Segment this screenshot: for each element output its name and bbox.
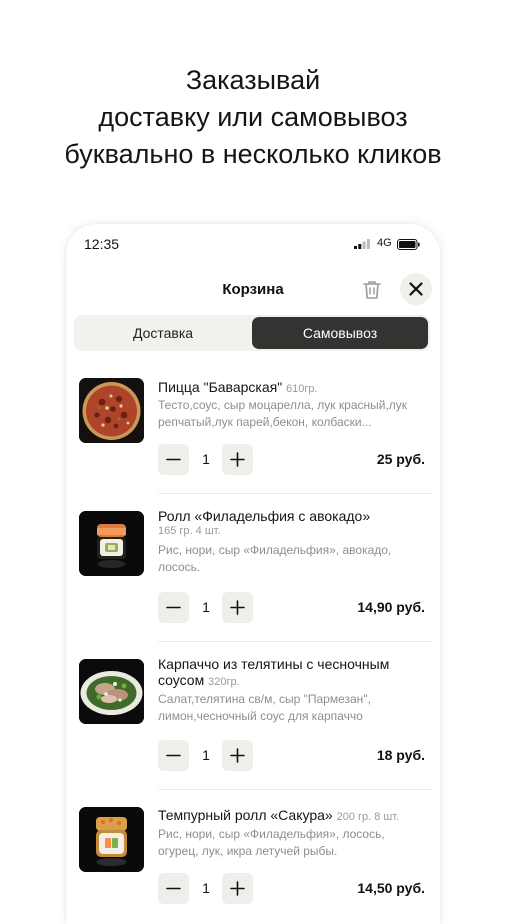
item-title: Карпаччо из телятины с чесночным: [158, 656, 390, 672]
close-button[interactable]: [400, 273, 432, 305]
divider: [158, 641, 432, 642]
cart-item: Темпурный ролл «Сакура» 200 гр. 8 шт. Ри…: [66, 807, 440, 924]
trash-icon: [363, 281, 381, 299]
minus-icon: [166, 754, 181, 757]
increase-quantity-button[interactable]: [222, 444, 253, 475]
decrease-quantity-button[interactable]: [158, 873, 189, 904]
decrease-quantity-button[interactable]: [158, 444, 189, 475]
network-type: 4G: [377, 237, 392, 249]
cart-item: Карпаччо из телятины с чесночным соусом …: [66, 656, 440, 793]
item-title: Ролл «Филадельфия с авокадо»: [158, 508, 371, 524]
plus-icon: [230, 748, 245, 763]
item-title-continued: соусом: [158, 672, 205, 688]
divider: [158, 789, 432, 790]
plus-icon: [230, 452, 245, 467]
minus-icon: [166, 458, 181, 461]
item-name: Карпаччо из телятины с чесночным соусом …: [158, 656, 430, 690]
promo-headline: Заказывай доставку или самовывоз букваль…: [0, 62, 506, 173]
pizza-image: [79, 378, 144, 443]
item-title: Пицца "Баварская": [158, 379, 283, 395]
headline-line-3: буквально в несколько кликов: [64, 139, 442, 169]
plus-icon: [230, 600, 245, 615]
delivery-mode-toggle: Доставка Самовывоз: [74, 315, 430, 351]
item-description: Салат,телятина св/м, сыр "Пармезан", лим…: [158, 692, 371, 723]
item-weight: 610гр.: [286, 383, 318, 395]
minus-icon: [166, 887, 181, 890]
item-name: Темпурный ролл «Сакура» 200 гр. 8 шт.: [158, 807, 430, 825]
tab-delivery[interactable]: Доставка: [76, 317, 250, 349]
increase-quantity-button[interactable]: [222, 592, 253, 623]
item-price: 18 руб.: [376, 747, 425, 763]
headline-line-2: доставку или самовывоз: [98, 102, 408, 132]
item-quantity: 1: [202, 880, 210, 896]
item-price: 14,90 руб.: [357, 599, 425, 615]
decrease-quantity-button[interactable]: [158, 740, 189, 771]
item-weight: 200 гр. 8 шт.: [336, 811, 400, 823]
increase-quantity-button[interactable]: [222, 740, 253, 771]
tempura-roll-image: [79, 807, 144, 872]
headline-line-1: Заказывай: [185, 65, 321, 95]
item-price: 25 руб.: [376, 451, 425, 467]
divider: [158, 493, 432, 494]
cart-title: Корзина: [222, 281, 284, 298]
roll-image: [79, 511, 144, 576]
item-name: Ролл «Филадельфия с авокадо»: [158, 508, 430, 524]
phone-screen: 12:35 4G Корзина Доставка Самовывоз Пицц…: [66, 224, 440, 924]
tab-pickup[interactable]: Самовывоз: [252, 317, 428, 349]
clear-cart-button[interactable]: [362, 279, 382, 301]
item-weight: 165 гр. 4 шт.: [158, 525, 221, 537]
item-name: Пицца "Баварская" 610гр.: [158, 379, 430, 397]
minus-icon: [166, 606, 181, 609]
plus-icon: [230, 881, 245, 896]
status-bar: 12:35 4G: [66, 224, 440, 264]
carpaccio-image: [79, 659, 144, 724]
status-time: 12:35: [84, 236, 120, 252]
battery-icon: [397, 239, 420, 250]
close-icon: [409, 282, 423, 296]
item-price: 14,50 руб.: [357, 880, 425, 896]
item-description: Рис, нори, сыр «Филадельфия», лосось, ог…: [158, 827, 385, 858]
item-weight: 320гр.: [208, 676, 240, 688]
item-title: Темпурный ролл «Сакура»: [158, 807, 333, 823]
cart-item: Пицца "Баварская" 610гр. Тесто,соус, сыр…: [66, 378, 440, 512]
increase-quantity-button[interactable]: [222, 873, 253, 904]
decrease-quantity-button[interactable]: [158, 592, 189, 623]
item-quantity: 1: [202, 747, 210, 763]
item-description: Тесто,соус, сыр моцарелла, лук красный,л…: [158, 398, 408, 429]
item-quantity: 1: [202, 451, 210, 467]
item-quantity: 1: [202, 599, 210, 615]
cart-item: Ролл «Филадельфия с авокадо» 165 гр. 4 ш…: [66, 508, 440, 645]
item-description: Рис, нори, сыр «Филадельфия», авокадо, л…: [158, 543, 392, 574]
signal-icon: [354, 239, 370, 249]
